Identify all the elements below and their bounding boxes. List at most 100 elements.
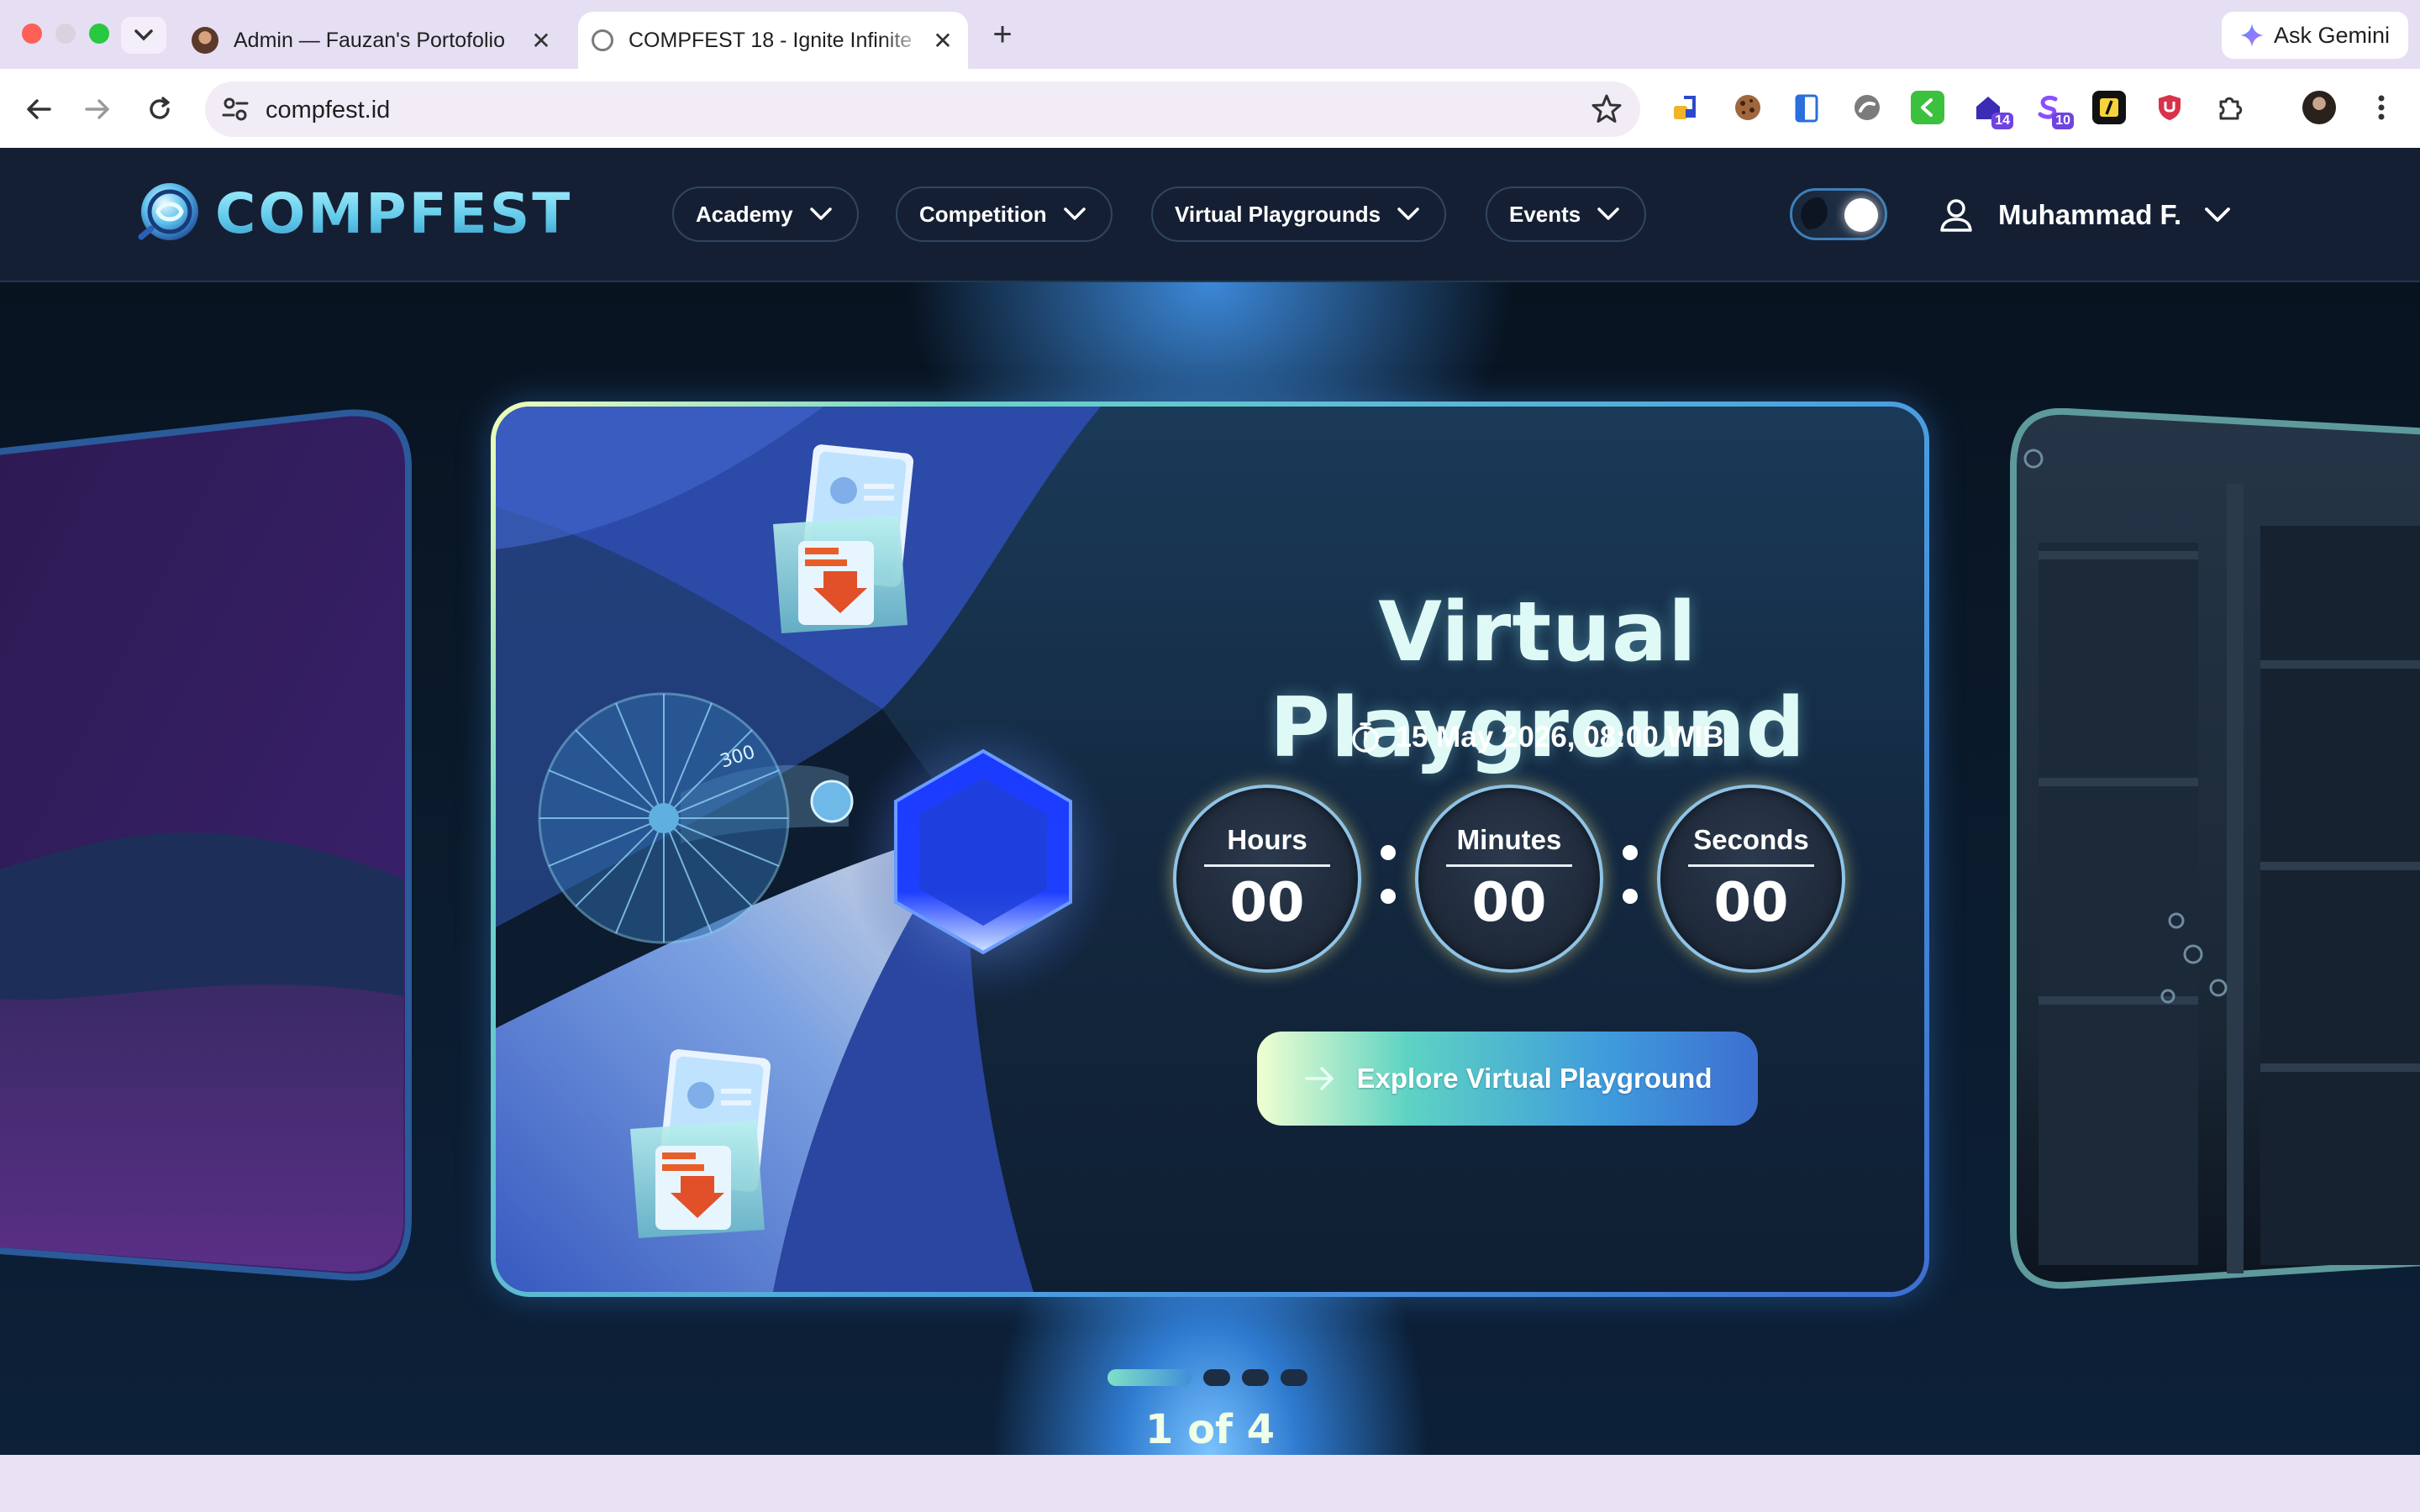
chevron-down-icon — [134, 29, 153, 41]
clipboard-extension-icon[interactable] — [1790, 91, 1823, 124]
stopwatch-icon — [1352, 722, 1380, 753]
event-date: 15 May 2026, 08:00 WIB — [1168, 721, 1907, 754]
close-tab-icon[interactable]: ✕ — [524, 27, 558, 55]
cookie-extension-icon[interactable] — [1731, 91, 1765, 124]
minimize-window-button[interactable] — [55, 24, 76, 44]
slash-icon — [2100, 98, 2118, 117]
tab-compfest[interactable]: COMPFEST 18 - Ignite Infinite ✕ — [578, 12, 968, 69]
carousel-dot-2[interactable] — [1203, 1369, 1230, 1386]
maximize-window-button[interactable] — [89, 24, 109, 44]
extension-logo-icon — [1674, 96, 1696, 119]
avatar-favicon-icon — [192, 27, 218, 54]
bookmark-star-icon[interactable] — [1590, 92, 1623, 126]
carousel-dot-3[interactable] — [1242, 1369, 1269, 1386]
previous-slide-card[interactable] — [0, 408, 412, 1290]
purple-extension-icon[interactable]: 10 — [2032, 91, 2074, 129]
countdown-separator — [1378, 845, 1398, 932]
arrow-left-icon — [27, 99, 51, 119]
browser-tab-bar: Admin — Fauzan's Portofolio ✕ COMPFEST 1… — [0, 0, 2420, 69]
url-text[interactable]: compfest.id — [266, 97, 390, 124]
user-menu[interactable]: Muhammad F. — [1938, 188, 2231, 242]
tab-title: Admin — Fauzan's Portofolio — [234, 28, 505, 52]
blocked-circle-icon — [1854, 95, 1880, 120]
grey-extension-icon[interactable] — [1850, 91, 1884, 124]
toggle-knob — [1844, 198, 1878, 232]
chevron-down-icon — [809, 207, 832, 220]
countdown-value: 00 — [1229, 871, 1305, 934]
nav-label: Events — [1509, 201, 1581, 227]
compfest-website: COMPFEST Academy Competition Virtual Pla… — [0, 148, 2420, 1455]
extensions-menu-button[interactable] — [2213, 91, 2247, 124]
arrow-right-icon — [85, 99, 109, 119]
countdown-seconds: Seconds 00 — [1657, 785, 1845, 973]
profile-avatar[interactable] — [2302, 91, 2336, 124]
nav-virtual-playgrounds-dropdown[interactable]: Virtual Playgrounds — [1151, 186, 1447, 242]
slide-counter: 1 of 4 — [1144, 1406, 1276, 1453]
chevron-left-icon — [1921, 98, 1933, 117]
tab-admin-portfolio[interactable]: Admin — Fauzan's Portofolio ✕ — [180, 12, 566, 69]
countdown-timer: Hours 00 Minutes 00 Seconds 00 — [1173, 785, 1912, 978]
nav-academy-dropdown[interactable]: Academy — [672, 186, 859, 242]
countdown-hours: Hours 00 — [1173, 785, 1361, 973]
site-settings-icon — [222, 97, 249, 121]
extension-badge: 10 — [2052, 113, 2074, 129]
green-extension-icon[interactable] — [1911, 91, 1944, 124]
forward-button[interactable] — [77, 89, 118, 129]
slide-card-virtual-playground: 300 Virtual Playground 15 May 2026, 08:0… — [491, 402, 1929, 1297]
countdown-label: Minutes — [1446, 824, 1572, 867]
browser-toolbar: compfest.id 14 10 — [0, 69, 2420, 148]
next-slide-card[interactable] — [2008, 408, 2420, 1290]
site-navbar: COMPFEST Academy Competition Virtual Pla… — [0, 148, 2420, 282]
close-window-button[interactable] — [22, 24, 42, 44]
carousel-dot-1[interactable] — [1107, 1369, 1192, 1386]
moon-icon — [1801, 197, 1836, 233]
black-yellow-extension-icon[interactable] — [2092, 91, 2126, 124]
nav-label: Academy — [696, 201, 793, 227]
logo-wordmark: COMPFEST — [215, 181, 573, 246]
countdown-value: 00 — [1471, 871, 1547, 934]
address-bar[interactable]: compfest.id — [205, 81, 1640, 137]
countdown-label: Hours — [1204, 824, 1330, 867]
theme-toggle[interactable] — [1790, 188, 1887, 240]
gemini-sparkle-icon — [2239, 24, 2264, 47]
chevron-down-icon — [1397, 207, 1419, 220]
new-tab-button[interactable]: + — [983, 15, 1022, 54]
home-extension-icon[interactable]: 14 — [1971, 91, 2013, 129]
countdown-separator — [1620, 845, 1640, 932]
countdown-label: Seconds — [1688, 824, 1814, 867]
tab-title: COMPFEST 18 - Ignite Infinite — [629, 28, 913, 52]
kebab-menu-icon — [2378, 95, 2385, 120]
user-name: Muhammad F. — [1998, 199, 2182, 230]
event-date-text: 15 May 2026, 08:00 WIB — [1395, 721, 1724, 753]
extension-badge: 14 — [1991, 113, 2013, 129]
tab-search-button[interactable] — [121, 17, 166, 54]
ask-gemini-label: Ask Gemini — [2273, 22, 2391, 48]
reload-button[interactable] — [139, 89, 180, 129]
ask-gemini-button[interactable]: Ask Gemini — [2222, 12, 2408, 59]
chevron-down-icon — [2205, 207, 2231, 222]
close-tab-icon[interactable]: ✕ — [926, 27, 960, 55]
carousel-dot-4[interactable] — [1281, 1369, 1307, 1386]
shield-extension-icon[interactable] — [2153, 91, 2186, 124]
reload-icon — [150, 97, 170, 119]
nav-label: Virtual Playgrounds — [1175, 201, 1381, 227]
compfest-logo[interactable]: COMPFEST — [133, 178, 572, 249]
chevron-down-icon — [1597, 207, 1620, 220]
user-icon — [1940, 199, 1972, 232]
puzzle-piece-icon — [2219, 97, 2243, 120]
back-button[interactable] — [18, 89, 59, 129]
compfest-favicon-icon — [592, 29, 613, 51]
chevron-down-icon — [1063, 207, 1086, 220]
nav-events-dropdown[interactable]: Events — [1486, 186, 1647, 242]
browser-menu-button[interactable] — [2365, 91, 2398, 124]
clipboard-icon — [1795, 94, 1818, 123]
hero-carousel: 300 Virtual Playground 15 May 2026, 08:0… — [0, 282, 2420, 1455]
extension-lightning-icon[interactable] — [1669, 91, 1702, 124]
nav-label: Competition — [919, 201, 1047, 227]
countdown-value: 00 — [1713, 871, 1789, 934]
arrow-right-icon — [1304, 1067, 1334, 1090]
cookie-icon — [1735, 95, 1760, 120]
countdown-minutes: Minutes 00 — [1415, 785, 1603, 973]
nav-competition-dropdown[interactable]: Competition — [896, 186, 1113, 242]
explore-virtual-playground-button[interactable]: Explore Virtual Playground — [1257, 1032, 1758, 1126]
